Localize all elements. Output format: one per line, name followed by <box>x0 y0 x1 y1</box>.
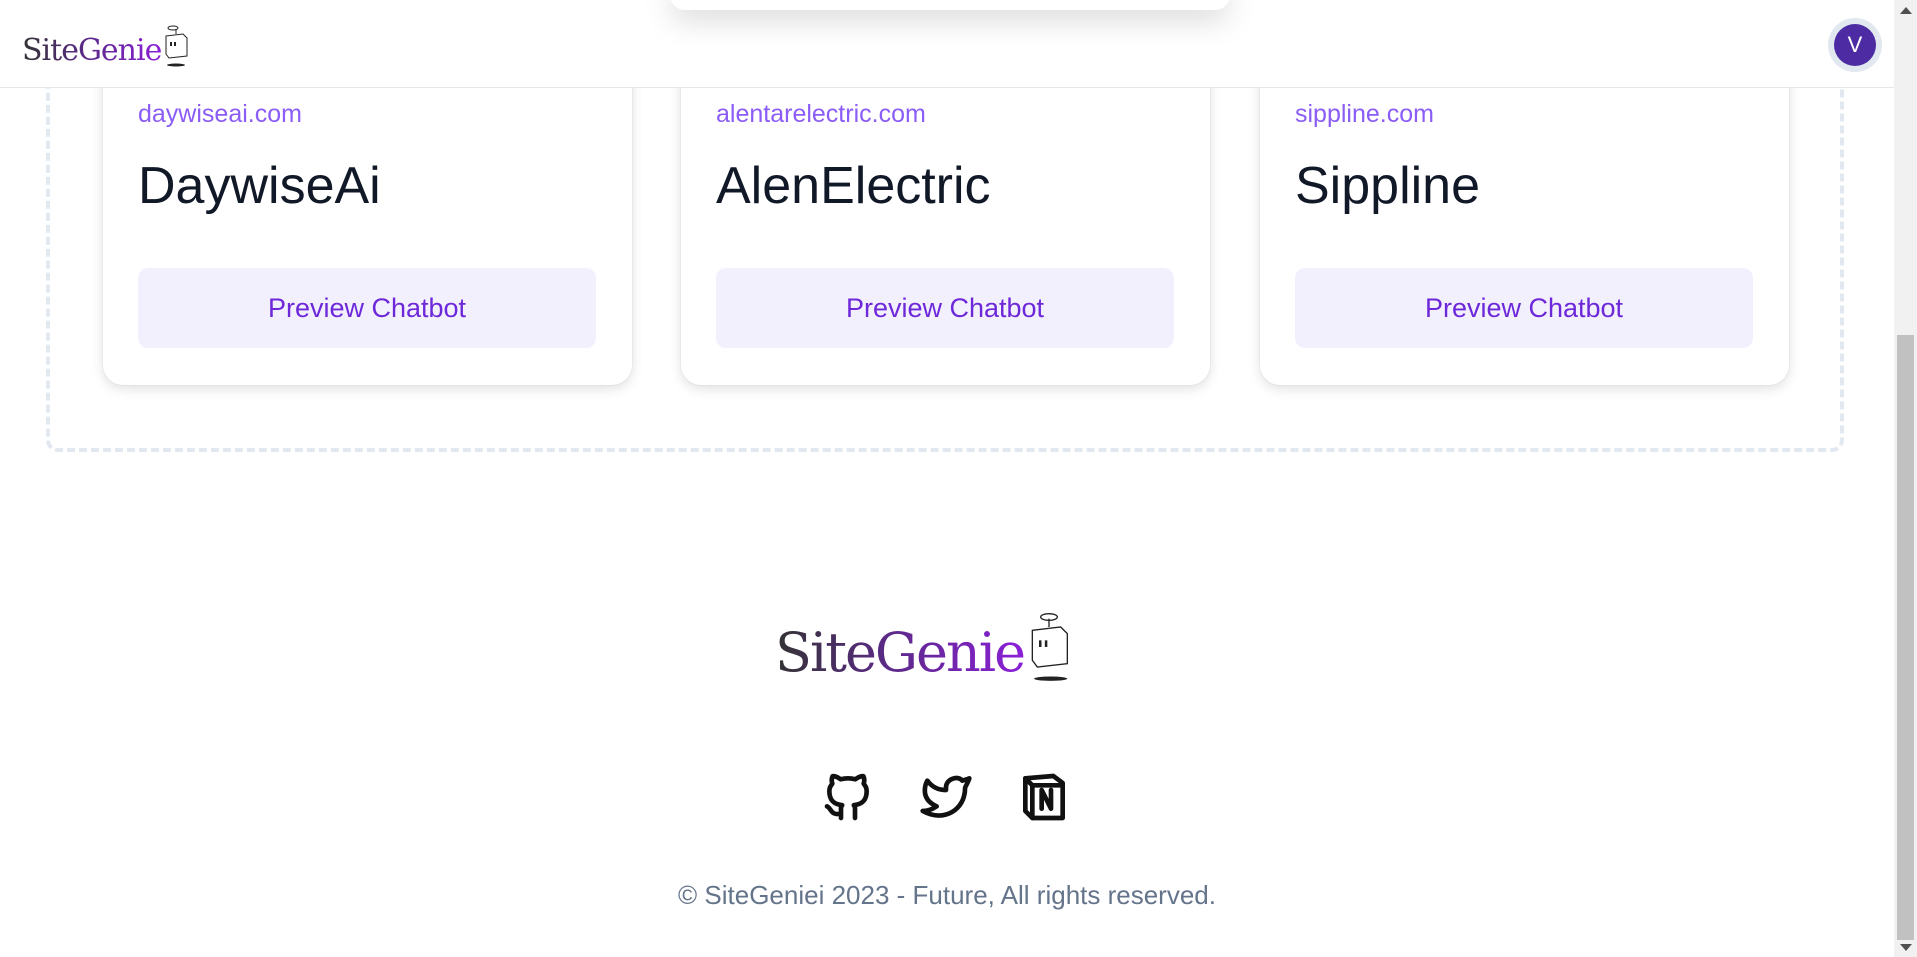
user-avatar[interactable]: V <box>1828 18 1882 72</box>
preview-chatbot-button[interactable]: Preview Chatbot <box>716 268 1174 348</box>
header-shadow <box>670 0 1230 10</box>
preview-chatbot-button[interactable]: Preview Chatbot <box>1295 268 1753 348</box>
card-title: DaywiseAi <box>138 157 381 215</box>
scrollbar-thumb[interactable] <box>1897 335 1914 940</box>
vertical-scrollbar[interactable] <box>1894 0 1917 957</box>
card-title: AlenElectric <box>716 157 991 215</box>
preview-chatbot-button[interactable]: Preview Chatbot <box>138 268 596 348</box>
twitter-icon[interactable] <box>918 768 974 826</box>
robot-mascot-icon <box>165 25 188 67</box>
header-logo[interactable]: SiteGenie <box>22 24 191 68</box>
scroll-up-arrow-icon[interactable] <box>1900 7 1912 14</box>
notion-icon[interactable] <box>1016 768 1072 826</box>
robot-mascot-icon <box>1031 613 1069 681</box>
card-domain: sippline.com <box>1295 100 1434 128</box>
card-domain: daywiseai.com <box>138 100 302 128</box>
card-domain: alentarelectric.com <box>716 100 926 128</box>
footer-logo: SiteGenie <box>775 610 1074 684</box>
card-title: Sippline <box>1295 157 1481 215</box>
scroll-down-arrow-icon[interactable] <box>1900 944 1912 951</box>
copyright-text: © SiteGeniei 2023 - Future, All rights r… <box>678 880 1216 910</box>
github-icon[interactable] <box>820 768 876 826</box>
social-links <box>820 768 1072 826</box>
top-header: SiteGenie V <box>0 0 1894 88</box>
